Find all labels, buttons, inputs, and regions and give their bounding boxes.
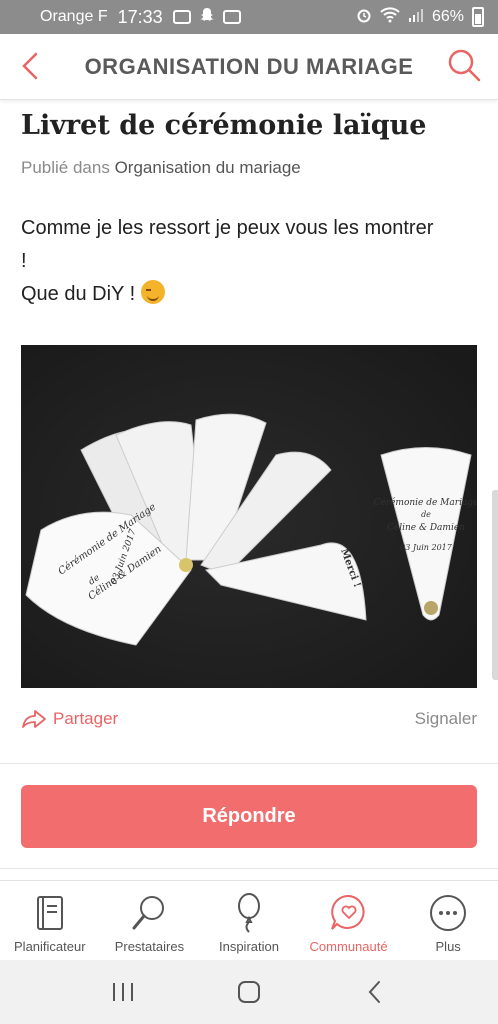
- nav-item-plus[interactable]: Plus: [398, 881, 498, 960]
- nav-item-communaute[interactable]: Communauté: [299, 881, 399, 960]
- recents-icon: [113, 983, 133, 1001]
- nav-label: Planificateur: [14, 939, 86, 954]
- system-back-button[interactable]: [355, 972, 395, 1012]
- post-actions: Partager Signaler: [21, 705, 477, 733]
- ceremony-booklet-photo: Cérémonie de Mariage de Céline & Damien …: [21, 345, 477, 688]
- recents-button[interactable]: [103, 972, 143, 1012]
- divider: [0, 763, 498, 764]
- system-status: 66%: [356, 6, 484, 28]
- more-dots-icon: [428, 891, 468, 935]
- share-arrow-icon: [22, 710, 46, 728]
- bottom-navigation: Planificateur Prestataires Inspiration C…: [0, 880, 498, 960]
- page-title: ORGANISATION DU MARIAGE: [84, 53, 414, 79]
- alarm-icon: [356, 7, 372, 28]
- body-line: Comme je les ressort je peux vous les mo…: [21, 217, 434, 239]
- nav-item-inspiration[interactable]: Inspiration: [199, 881, 299, 960]
- card-text: Cérémonie de Mariage: [374, 497, 477, 508]
- report-button[interactable]: Signaler: [415, 709, 477, 729]
- nav-label: Inspiration: [218, 939, 279, 954]
- clock: 17:33: [117, 6, 163, 27]
- post-photo[interactable]: Cérémonie de Mariage de Céline & Damien …: [21, 345, 477, 688]
- message-notification-icon: [222, 10, 241, 24]
- planner-book-icon: [30, 891, 70, 935]
- carrier-name: Orange F: [40, 8, 108, 25]
- balloon-icon: [229, 891, 269, 935]
- share-label: Partager: [53, 709, 119, 728]
- reply-button[interactable]: Répondre: [21, 785, 477, 848]
- smiling-face-icon: [140, 280, 165, 304]
- back-icon: [368, 981, 380, 1003]
- nav-label: Communauté: [309, 939, 388, 954]
- scroll-indicator[interactable]: [492, 490, 498, 680]
- nav-label: Prestataires: [114, 939, 185, 954]
- wifi-icon: [380, 6, 400, 28]
- divider: [0, 868, 498, 869]
- nav-item-prestataires[interactable]: Prestataires: [100, 881, 200, 960]
- search-button[interactable]: [444, 46, 484, 86]
- post-body: Comme je les ressort je peux vous les mo…: [21, 212, 481, 311]
- status-bar: Orange F 17:33 66%: [0, 0, 498, 34]
- home-icon: [238, 981, 260, 1003]
- system-navigation-bar: [0, 960, 498, 1024]
- back-button[interactable]: [14, 48, 50, 84]
- category-link[interactable]: Organisation du mariage: [115, 158, 301, 177]
- body-line: Que du DiY !: [21, 283, 136, 305]
- nav-label: Plus: [435, 939, 461, 954]
- nav-item-planificateur[interactable]: Planificateur: [0, 881, 100, 960]
- card-text: Céline & Damien: [387, 522, 465, 533]
- notification-icons: [172, 7, 241, 28]
- body-line: !: [21, 250, 27, 272]
- chat-heart-icon: [329, 891, 369, 935]
- post-meta: Publié dans Organisation du mariage: [21, 158, 301, 178]
- home-button[interactable]: [229, 972, 269, 1012]
- body-line-with-emoji: Que du DiY !: [21, 278, 481, 311]
- signal-icon: [408, 8, 424, 27]
- snapchat-icon: [199, 7, 215, 28]
- meta-prefix: Publié dans: [21, 158, 110, 177]
- app-header: ORGANISATION DU MARIAGE: [0, 34, 498, 100]
- image-notification-icon: [172, 10, 191, 24]
- share-button[interactable]: Partager: [21, 709, 118, 729]
- card-text: 03 Juin 2017: [400, 543, 453, 552]
- chevron-left-icon: [22, 52, 38, 80]
- post-title: Livret de cérémonie laïque: [21, 110, 427, 141]
- search-icon: [448, 49, 481, 82]
- battery-level: 66%: [431, 8, 464, 25]
- magnifier-icon: [129, 891, 169, 935]
- card-text: de: [421, 510, 431, 519]
- battery-icon: [472, 7, 484, 27]
